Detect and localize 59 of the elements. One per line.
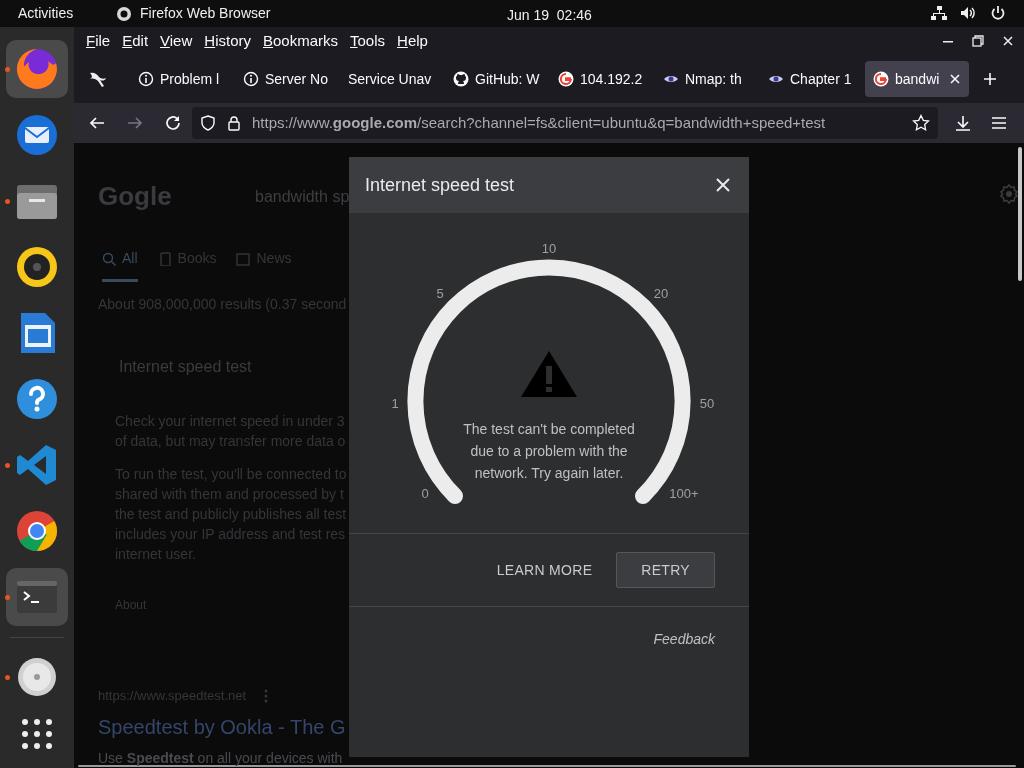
search-icon xyxy=(102,251,116,266)
gauge-label: 20 xyxy=(653,286,669,301)
gauge-label: 50 xyxy=(699,396,715,411)
news-icon xyxy=(236,251,251,266)
menu-item[interactable]: View xyxy=(154,29,199,53)
shield-icon[interactable] xyxy=(200,115,216,131)
restore-icon[interactable] xyxy=(970,33,986,49)
download-icon[interactable] xyxy=(954,114,972,132)
gauge-label: 10 xyxy=(541,241,557,256)
menu-item[interactable]: File xyxy=(80,29,117,53)
menu-item[interactable]: Edit xyxy=(116,29,155,53)
google-icon xyxy=(873,71,889,87)
tab[interactable]: Nmap: th xyxy=(655,61,759,97)
warning-icon xyxy=(521,351,577,397)
volume-icon[interactable] xyxy=(960,5,978,21)
power-icon[interactable] xyxy=(990,5,1006,21)
learn-more-button[interactable]: LEARN MORE xyxy=(496,552,593,588)
network-icon[interactable] xyxy=(930,5,948,21)
tab[interactable]: bandwi xyxy=(865,61,969,97)
gauge-label: 0 xyxy=(421,486,429,501)
tab[interactable]: Service Unav xyxy=(340,61,444,97)
reload-icon[interactable] xyxy=(164,114,182,132)
result-snippet: Use Speedtest on all your devices with xyxy=(98,748,344,768)
app-grid-icon[interactable] xyxy=(21,718,53,750)
info-icon xyxy=(243,71,259,87)
app-menu[interactable]: Firefox Web Browser xyxy=(116,3,271,24)
menu-item[interactable]: Bookmarks xyxy=(257,29,345,53)
tab[interactable]: Server No xyxy=(235,61,339,97)
retry-button[interactable]: RETRY xyxy=(616,552,715,588)
lock-icon[interactable] xyxy=(226,115,242,131)
dialog-title: Internet speed test xyxy=(365,173,515,197)
tab[interactable]: GitHub: W xyxy=(445,61,549,97)
feedback-link[interactable]: Feedback xyxy=(653,629,715,650)
address-bar[interactable]: https://www.google.com/search?channel=fs&client=ubuntu&q=bandwidth+speed+test xyxy=(192,107,938,139)
tab[interactable]: Chapter 1 xyxy=(760,61,864,97)
activities-button[interactable]: Activities xyxy=(0,3,110,24)
url-text: https://www.google.com/search?channel=fs&client=ubuntu&q=bandwidth+speed+test xyxy=(252,112,826,133)
scrollbar[interactable] xyxy=(78,765,1016,767)
new-tab-icon[interactable] xyxy=(982,71,998,87)
browser-icon xyxy=(116,5,132,22)
scrollbar[interactable] xyxy=(1018,147,1022,281)
gauge-label: 1 xyxy=(391,396,399,411)
error-message: The test can't be completed due to a problem with the network. Try again later. xyxy=(462,420,636,483)
gauge-label: 100+ xyxy=(669,486,699,501)
tab[interactable]: Problem l xyxy=(130,61,234,97)
menu-item[interactable]: History xyxy=(198,29,257,53)
menu-item[interactable]: Help xyxy=(391,29,434,53)
close-icon[interactable] xyxy=(715,177,731,193)
google-icon xyxy=(558,71,574,87)
gauge-label: 5 xyxy=(436,286,444,301)
settings-icon[interactable] xyxy=(998,183,1020,205)
clock[interactable]: Jun 19 02:46 xyxy=(507,5,592,26)
menu-item[interactable]: Tools xyxy=(344,29,392,53)
info-icon xyxy=(138,71,154,87)
star-icon[interactable] xyxy=(912,114,930,132)
cat-icon xyxy=(453,71,469,87)
book-icon xyxy=(157,251,172,266)
tab[interactable]: 104.192.2 xyxy=(550,61,654,97)
menu-icon[interactable] xyxy=(990,114,1008,132)
